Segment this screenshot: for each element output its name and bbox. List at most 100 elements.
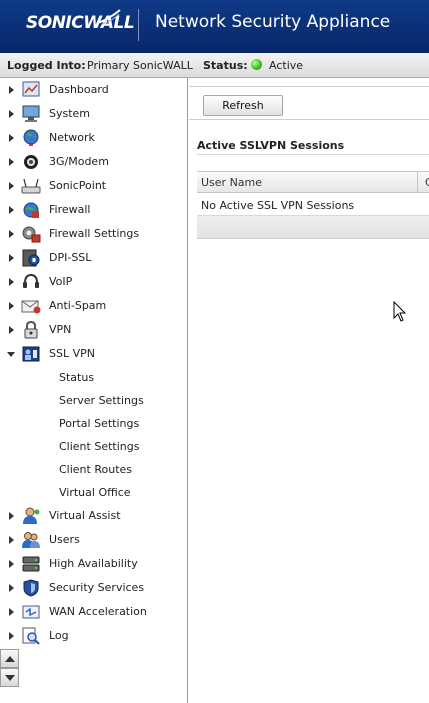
sidebar-item-label: 3G/Modem — [49, 155, 109, 168]
expand-arrow-icon[interactable] — [9, 254, 14, 262]
sidebar-item-label: Dashboard — [49, 83, 109, 96]
firewall-globe-icon — [23, 202, 39, 218]
sidebar-scroll-down-button[interactable] — [0, 668, 19, 687]
sidebar-item-dashboard[interactable]: Dashboard — [0, 80, 187, 102]
status-led-icon — [251, 59, 262, 70]
users-icon — [22, 532, 40, 548]
subnav-client-routes[interactable]: Client Routes — [59, 462, 132, 482]
arrow-down-icon — [5, 675, 15, 681]
shield-icon — [23, 579, 39, 597]
status-label: Status: — [203, 59, 248, 72]
sidebar-item-label: Security Services — [49, 581, 145, 594]
sidebar-item-label: Firewall Settings — [49, 227, 140, 240]
expand-arrow-icon[interactable] — [9, 134, 14, 142]
sidebar-item-wan-acceleration[interactable]: WAN Acceleration — [0, 602, 187, 624]
expand-arrow-icon[interactable] — [9, 326, 14, 334]
subnav-virtual-office[interactable]: Virtual Office — [59, 485, 131, 505]
servers-icon — [22, 556, 40, 572]
expand-arrow-icon[interactable] — [9, 584, 14, 592]
ssl-vpn-icon — [22, 346, 40, 362]
sidebar-item-dpi-ssl[interactable]: DPI-SSL — [0, 248, 187, 270]
sidebar-item-sonicpoint[interactable]: SonicPoint — [0, 176, 187, 198]
mouse-cursor-icon — [393, 301, 407, 322]
expand-arrow-icon[interactable] — [9, 206, 14, 214]
section-divider — [197, 154, 429, 155]
toolbar: Refresh — [189, 86, 429, 120]
sidebar-item-label: SonicPoint — [49, 179, 107, 192]
column-header-truncated[interactable]: C — [425, 176, 429, 189]
empty-table-message: No Active SSL VPN Sessions — [201, 199, 355, 212]
sidebar-item-label: VPN — [49, 323, 72, 336]
app-header: SONICWALL Network Security Appliance — [0, 0, 429, 53]
sidebar-item-label: Network — [49, 131, 95, 144]
sidebar-item-network[interactable]: Network — [0, 128, 187, 150]
sidebar-item-vpn[interactable]: VPN — [0, 320, 187, 342]
sidebar-item-label: WAN Acceleration — [49, 605, 147, 618]
table-row: No Active SSL VPN Sessions — [197, 193, 429, 216]
collapse-arrow-icon[interactable] — [7, 352, 15, 357]
sidebar-item-log[interactable]: Log — [0, 626, 187, 648]
subnav-status[interactable]: Status — [59, 370, 94, 390]
column-separator[interactable] — [417, 172, 418, 192]
expand-arrow-icon[interactable] — [9, 230, 14, 238]
globe-icon — [23, 129, 39, 146]
arrow-up-icon — [5, 656, 15, 662]
sidebar-item-label: VoIP — [49, 275, 73, 288]
sessions-table-header: User Name C — [197, 171, 429, 193]
sidebar-item-anti-spam[interactable]: Anti-Spam — [0, 296, 187, 318]
headset-icon — [23, 273, 39, 288]
main-content: Refresh Active SSLVPN Sessions User Name… — [189, 78, 429, 703]
sidebar-item-voip[interactable]: VoIP — [0, 272, 187, 294]
header-divider — [138, 9, 139, 41]
padlock-icon — [24, 321, 38, 339]
subnav-client-settings[interactable]: Client Settings — [59, 439, 139, 459]
sidebar-item-virtual-assist[interactable]: Virtual Assist — [0, 506, 187, 528]
wan-acceleration-icon — [22, 605, 40, 619]
expand-arrow-icon[interactable] — [9, 560, 14, 568]
sidebar-item-label: Virtual Assist — [49, 509, 121, 522]
section-title: Active SSLVPN Sessions — [197, 139, 345, 152]
expand-arrow-icon[interactable] — [9, 182, 14, 190]
refresh-button[interactable]: Refresh — [203, 95, 283, 116]
expand-arrow-icon[interactable] — [9, 86, 14, 94]
sidebar-item-label: Log — [49, 629, 69, 642]
envelope-icon — [21, 300, 41, 314]
status-value: Active — [269, 59, 304, 72]
sessions-table-footer — [197, 216, 429, 239]
sidebar-item-label: High Availability — [49, 557, 138, 570]
sidebar-item-label: Users — [49, 533, 80, 546]
column-header-user-name[interactable]: User Name — [201, 176, 262, 189]
expand-arrow-icon[interactable] — [9, 512, 14, 520]
expand-arrow-icon[interactable] — [9, 278, 14, 286]
expand-arrow-icon[interactable] — [9, 608, 14, 616]
sidebar-nav: Dashboard System Network 3G/Modem SonicP… — [0, 78, 188, 703]
sidebar-item-label: Anti-Spam — [49, 299, 107, 312]
sidebar-item-label: Firewall — [49, 203, 91, 216]
subnav-server-settings[interactable]: Server Settings — [59, 393, 144, 413]
subnav-portal-settings[interactable]: Portal Settings — [59, 416, 139, 436]
logged-into-label: Logged Into: — [7, 59, 86, 72]
magnifier-log-icon — [22, 627, 40, 645]
monitor-icon — [22, 105, 40, 122]
sidebar-item-ssl-vpn[interactable]: SSL VPN — [0, 344, 187, 366]
expand-arrow-icon[interactable] — [9, 302, 14, 310]
expand-arrow-icon[interactable] — [9, 536, 14, 544]
sidebar-item-3g-modem[interactable]: 3G/Modem — [0, 152, 187, 174]
dpi-ssl-icon — [22, 249, 40, 267]
sidebar-item-high-availability[interactable]: High Availability — [0, 554, 187, 576]
expand-arrow-icon[interactable] — [9, 158, 14, 166]
sidebar-item-system[interactable]: System — [0, 104, 187, 126]
access-point-icon — [21, 178, 41, 194]
logo-swoosh-icon — [97, 9, 121, 25]
status-bar: Logged Into: Primary SonicWALL Status: A… — [0, 53, 429, 78]
sidebar-item-label: SSL VPN — [49, 347, 95, 360]
expand-arrow-icon[interactable] — [9, 632, 14, 640]
app-title: Network Security Appliance — [155, 12, 391, 32]
sidebar-item-security-services[interactable]: Security Services — [0, 578, 187, 600]
sidebar-item-firewall-settings[interactable]: Firewall Settings — [0, 224, 187, 246]
expand-arrow-icon[interactable] — [9, 110, 14, 118]
sidebar-item-firewall[interactable]: Firewall — [0, 200, 187, 222]
sidebar-scroll-up-button[interactable] — [0, 649, 19, 668]
sidebar-item-users[interactable]: Users — [0, 530, 187, 552]
firewall-settings-icon — [22, 226, 41, 243]
